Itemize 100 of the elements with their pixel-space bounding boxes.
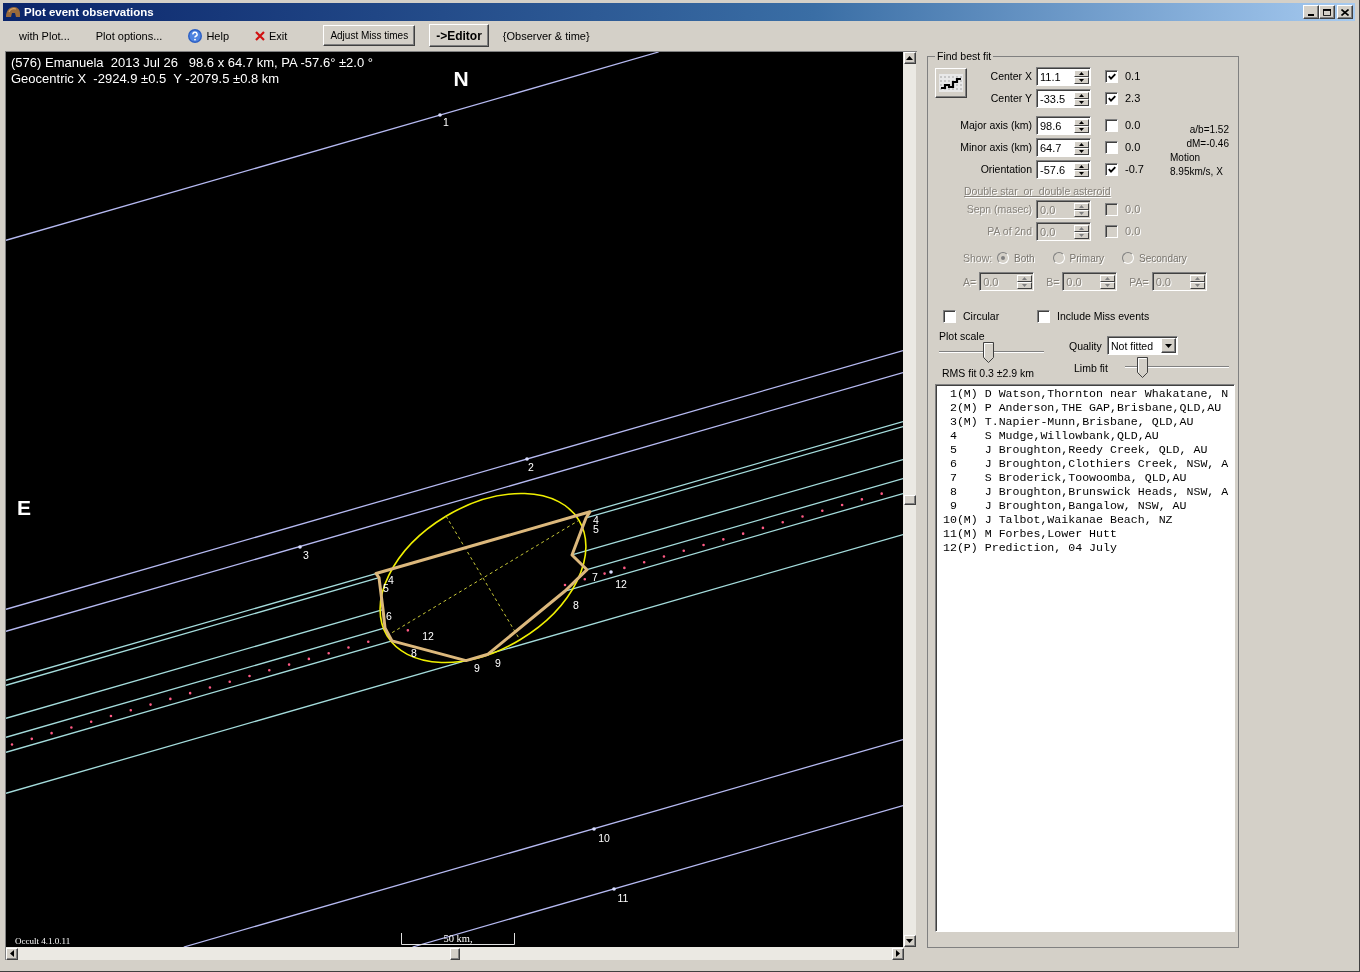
east-label: E [17, 496, 31, 519]
chord-label: 8 [573, 599, 579, 611]
list-item[interactable]: 3(M) T.Napier-Munn,Brisbane, QLD,AU [943, 415, 1234, 429]
limb-fit-label: Limb fit [1074, 361, 1109, 374]
scatter-plot-icon [939, 74, 963, 92]
down-arrow-icon [1165, 343, 1172, 348]
fit-button[interactable] [935, 68, 967, 98]
list-item[interactable]: 9 J Broughton,Bangalow, NSW, AU [943, 499, 1234, 513]
north-label: N [453, 67, 469, 90]
vertical-scrollbar[interactable] [903, 52, 916, 947]
menu-item[interactable]: Plot options... [89, 24, 169, 47]
stat-text: dM=-0.46 [1185, 137, 1230, 151]
parameter-result: 2.3 [1125, 92, 1142, 104]
checkbox[interactable] [1105, 91, 1118, 105]
close-icon [1341, 8, 1349, 16]
parameter-result: 0.1 [1125, 70, 1142, 82]
parameter-result: 0.0 [1125, 141, 1142, 153]
dropdown-button[interactable] [1161, 338, 1176, 353]
list-item[interactable]: 6 J Broughton,Clothiers Creek, NSW, A [943, 457, 1234, 471]
group-title: Find best fit [936, 50, 993, 63]
chord-label: 9 [474, 662, 480, 674]
field-label: B= [1046, 275, 1061, 288]
checkmark-icon [1107, 72, 1116, 80]
chord-label: 4 [593, 514, 599, 526]
parameter-result: 0.0 [1125, 225, 1142, 237]
parameter-result: -0.7 [1125, 163, 1145, 175]
list-item[interactable]: 11(M) M Forbes,Lower Hutt [943, 527, 1234, 541]
scroll-down-button[interactable] [903, 935, 916, 947]
parameter-label: Center Y [989, 92, 1033, 104]
observer-list[interactable] [935, 384, 1235, 932]
chord-label: 1 [443, 116, 449, 128]
radio-dot-icon [1001, 256, 1005, 260]
minimize-icon [1308, 13, 1314, 16]
scroll-right-button[interactable] [892, 947, 904, 960]
list-item[interactable]: 5 J Broughton,Reedy Creek, QLD, AU [943, 443, 1234, 457]
app-icon [5, 6, 21, 18]
chord-label: 6 [386, 610, 392, 622]
checkmark-icon [1107, 94, 1116, 102]
list-item[interactable]: 10(M) J Talbot,Waikanae Beach, NZ [943, 513, 1234, 527]
window-title: Plot event observations [24, 6, 154, 18]
chord-label: 11 [617, 892, 629, 904]
version-text: Occult 4.1.0.11 [15, 936, 71, 946]
horizontal-scrollbar[interactable] [6, 947, 904, 960]
checkbox-option[interactable]: Include Miss events [1037, 309, 1150, 323]
cross-icon [255, 30, 266, 41]
field-label: A= [963, 275, 978, 288]
list-item[interactable]: 7 S Broderick,Toowoomba, QLD,AU [943, 471, 1234, 485]
close-button[interactable] [1337, 5, 1353, 19]
scroll-thumb[interactable] [903, 494, 916, 505]
list-item[interactable]: 12(P) Prediction, 04 July [943, 541, 1234, 555]
field-label: PA= [1129, 275, 1150, 288]
checkmark-icon [1107, 165, 1116, 173]
editor-button[interactable]: ->Editor [429, 24, 489, 47]
checkbox[interactable] [1037, 309, 1050, 323]
slider-thumb[interactable] [1137, 357, 1149, 378]
minimize-button[interactable] [1303, 5, 1319, 19]
slider-thumb[interactable] [983, 342, 995, 363]
menu-item[interactable]: with Plot... [13, 24, 76, 47]
checkbox[interactable] [1105, 140, 1118, 154]
list-item[interactable]: 8 J Broughton,Brunswick Heads, NSW, A [943, 485, 1234, 499]
down-arrow-icon [906, 939, 913, 943]
checkbox-option[interactable]: Circular [943, 309, 1037, 323]
scroll-up-button[interactable] [903, 52, 916, 64]
point-marker-icon [609, 570, 613, 574]
parameter-label: Major axis (km) [959, 119, 1033, 131]
chord-label: 10 [598, 832, 610, 844]
scroll-left-button[interactable] [6, 947, 18, 960]
parameter-label: Sepn (masec) [965, 203, 1033, 215]
stat-text: a/b=1.52 [1188, 123, 1230, 137]
help-menu-item[interactable]: Help [182, 24, 236, 47]
parameter-label: Orientation [979, 163, 1033, 175]
adjust-miss-times-button[interactable]: Adjust Miss times [323, 25, 416, 46]
chord-label: 12 [615, 578, 627, 590]
scroll-thumb[interactable] [450, 947, 460, 960]
list-item[interactable]: 1(M) D Watson,Thornton near Whakatane, N [943, 387, 1234, 401]
slider-track[interactable] [1125, 357, 1229, 378]
checkbox[interactable] [1105, 118, 1118, 132]
parameter-label: Center X [989, 70, 1033, 82]
parameter-result: 0.0 [1125, 203, 1142, 215]
chord-label: 9 [495, 657, 501, 669]
quality-dropdown[interactable]: Not fitted [1107, 336, 1178, 355]
parameter-label: Minor axis (km) [959, 141, 1033, 153]
slider-track[interactable] [939, 342, 1044, 363]
point-marker-icon [612, 887, 616, 891]
exit-menu-item[interactable]: Exit [249, 24, 294, 47]
observer-time-label: {Observer & time} [502, 29, 590, 42]
help-icon [188, 28, 203, 43]
show-label: Show: [963, 252, 994, 264]
maximize-button[interactable] [1319, 5, 1335, 19]
list-item[interactable]: 2(M) P Anderson,THE GAP,Brisbane,QLD,AU [943, 401, 1234, 415]
quality-label: Quality [1069, 339, 1103, 352]
checkbox[interactable] [1105, 69, 1118, 83]
checkbox[interactable] [1105, 162, 1118, 176]
right-arrow-icon [896, 950, 900, 957]
point-marker-icon [592, 827, 596, 831]
list-item[interactable]: 4 S Mudge,Willowbank,QLD,AU [943, 429, 1234, 443]
point-marker-icon [438, 113, 442, 117]
plot-header-text: (576) Emanuela 2013 Jul 26 98.6 x 64.7 km, PA -57.6° ±2.0 ° [11, 55, 373, 70]
point-marker-icon [525, 457, 529, 461]
checkbox[interactable] [943, 309, 956, 323]
